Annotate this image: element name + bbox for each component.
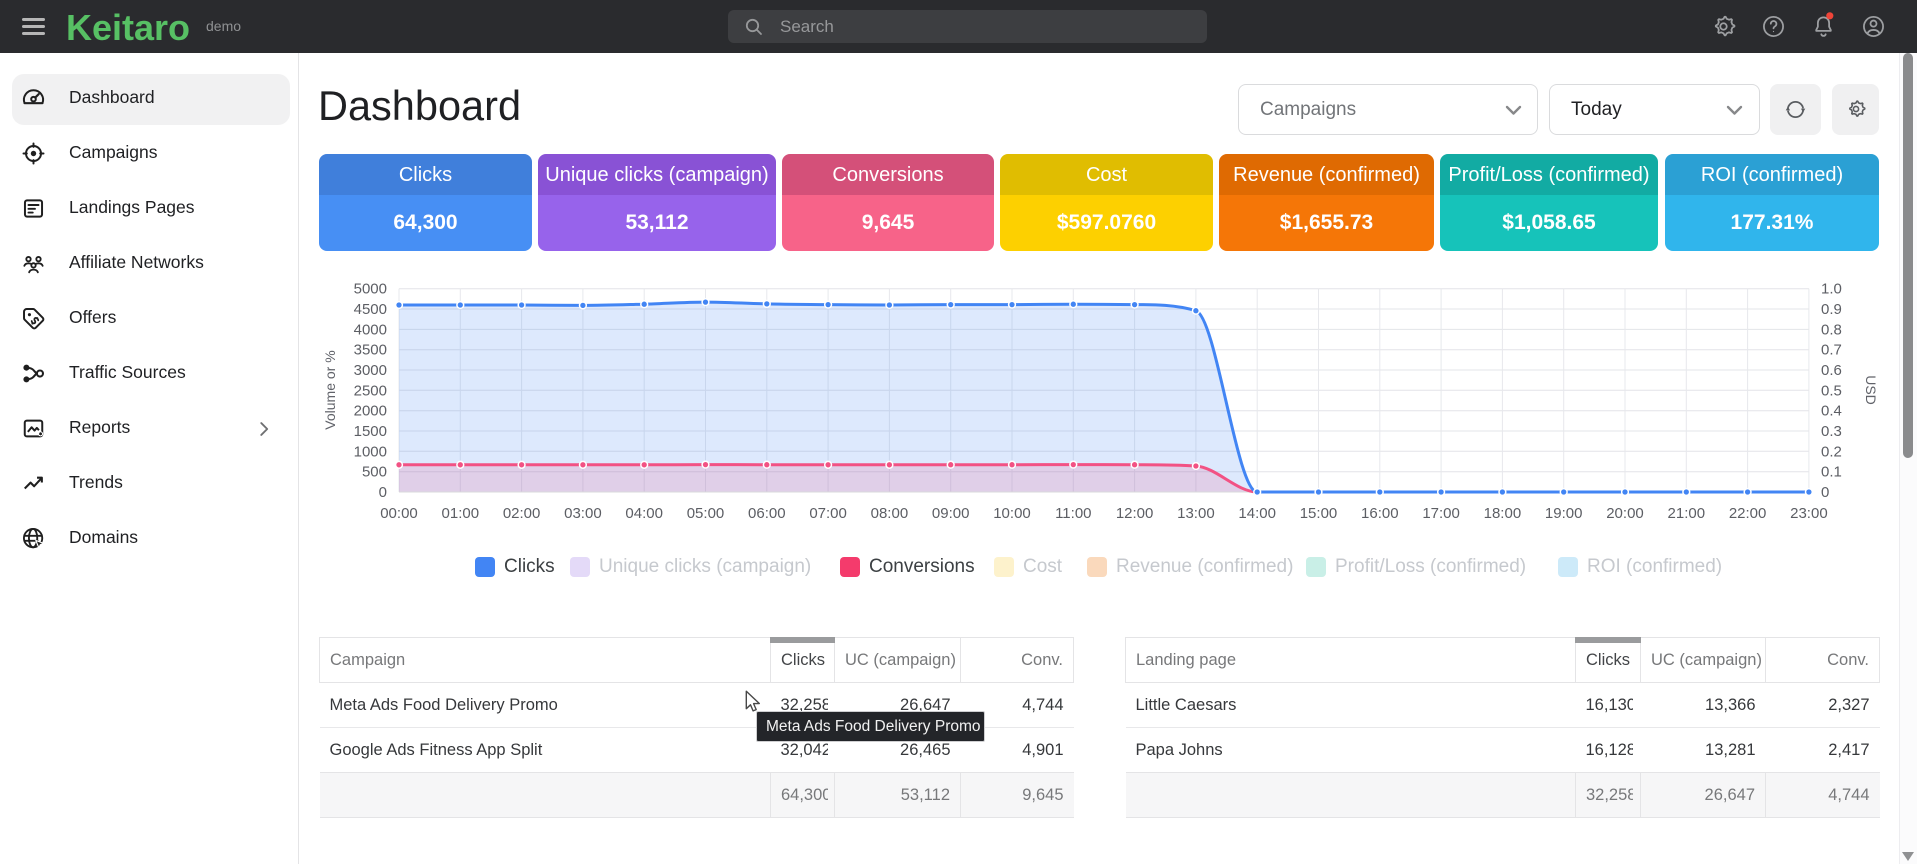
svg-text:0.3: 0.3 — [1821, 423, 1842, 440]
svg-text:0: 0 — [379, 484, 387, 501]
svg-text:4000: 4000 — [354, 321, 387, 338]
svg-text:03:00: 03:00 — [564, 505, 602, 522]
svg-text:10:00: 10:00 — [993, 505, 1031, 522]
svg-text:00:00: 00:00 — [380, 505, 418, 522]
svg-text:500: 500 — [362, 464, 387, 481]
svg-text:1.0: 1.0 — [1821, 281, 1842, 298]
svg-text:12:00: 12:00 — [1116, 505, 1154, 522]
svg-text:04:00: 04:00 — [625, 505, 663, 522]
svg-text:01:00: 01:00 — [442, 505, 480, 522]
svg-text:0.8: 0.8 — [1821, 321, 1842, 338]
svg-text:0.9: 0.9 — [1821, 301, 1842, 318]
svg-text:4500: 4500 — [354, 301, 387, 318]
svg-text:0.6: 0.6 — [1821, 362, 1842, 379]
svg-text:20:00: 20:00 — [1606, 505, 1644, 522]
svg-text:22:00: 22:00 — [1729, 505, 1767, 522]
svg-text:2500: 2500 — [354, 382, 387, 399]
svg-text:3500: 3500 — [354, 342, 387, 359]
svg-text:17:00: 17:00 — [1422, 505, 1460, 522]
svg-text:3000: 3000 — [354, 362, 387, 379]
svg-text:07:00: 07:00 — [809, 505, 847, 522]
svg-text:11:00: 11:00 — [1055, 505, 1091, 522]
svg-text:0.2: 0.2 — [1821, 443, 1842, 460]
svg-text:08:00: 08:00 — [871, 505, 909, 522]
svg-text:18:00: 18:00 — [1484, 505, 1522, 522]
svg-text:USD: USD — [1863, 375, 1879, 405]
svg-text:19:00: 19:00 — [1545, 505, 1583, 522]
svg-text:05:00: 05:00 — [687, 505, 725, 522]
svg-text:02:00: 02:00 — [503, 505, 541, 522]
svg-text:16:00: 16:00 — [1361, 505, 1399, 522]
svg-text:Volume or %: Volume or % — [322, 350, 338, 429]
svg-text:0.4: 0.4 — [1821, 403, 1842, 420]
svg-text:21:00: 21:00 — [1668, 505, 1706, 522]
svg-text:5000: 5000 — [354, 281, 387, 298]
svg-text:13:00: 13:00 — [1177, 505, 1215, 522]
svg-text:0: 0 — [1821, 484, 1829, 501]
svg-text:15:00: 15:00 — [1300, 505, 1338, 522]
svg-text:0.7: 0.7 — [1821, 342, 1842, 359]
svg-text:14:00: 14:00 — [1238, 505, 1276, 522]
svg-text:09:00: 09:00 — [932, 505, 970, 522]
svg-text:0.5: 0.5 — [1821, 382, 1842, 399]
svg-text:1000: 1000 — [354, 443, 387, 460]
svg-text:0.1: 0.1 — [1821, 464, 1842, 481]
svg-text:1500: 1500 — [354, 423, 387, 440]
svg-text:2000: 2000 — [354, 403, 387, 420]
svg-text:23:00: 23:00 — [1790, 505, 1828, 522]
svg-text:06:00: 06:00 — [748, 505, 786, 522]
